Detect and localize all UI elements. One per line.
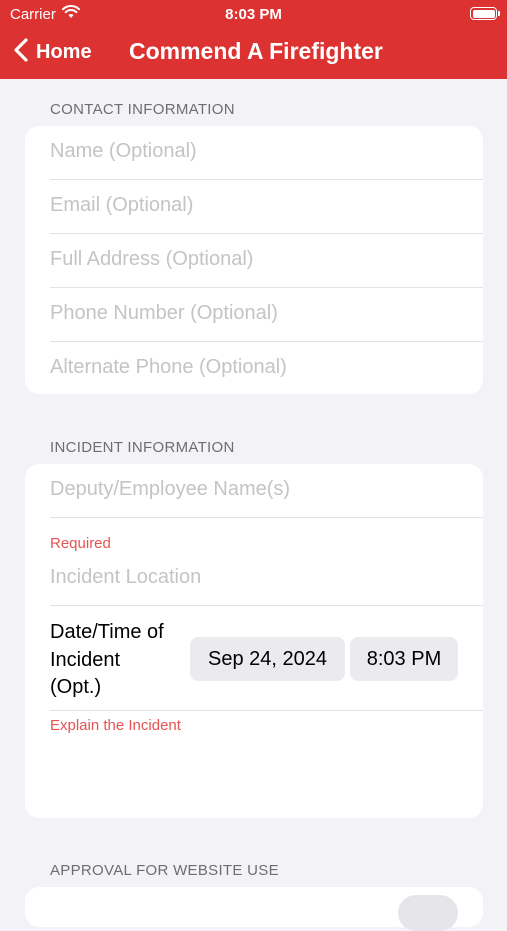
name-field[interactable]: Name (Optional) [50, 126, 483, 180]
address-placeholder: Full Address (Optional) [50, 248, 254, 270]
datetime-label-line-1: Date/Time of [50, 621, 164, 643]
incident-location-placeholder: Incident Location [50, 566, 202, 588]
email-field[interactable]: Email (Optional) [50, 180, 483, 234]
back-label: Home [36, 40, 92, 63]
incident-location-field[interactable]: Incident Location [50, 552, 483, 606]
incident-section-header: INCIDENT INFORMATION [50, 439, 235, 456]
date-picker[interactable]: Sep 24, 2024 [190, 637, 345, 681]
email-placeholder: Email (Optional) [50, 194, 194, 216]
required-label: Required [50, 535, 111, 552]
datetime-label: Date/Time of Incident (Opt.) [50, 619, 164, 702]
employee-name-field[interactable]: Deputy/Employee Name(s) [50, 464, 483, 518]
page-title: Commend A Firefighter [129, 38, 383, 64]
alternate-phone-field[interactable]: Alternate Phone (Optional) [50, 342, 483, 396]
status-time: 8:03 PM [225, 6, 282, 23]
datetime-label-line-2: Incident [50, 648, 121, 671]
address-field[interactable]: Full Address (Optional) [50, 234, 483, 288]
back-button[interactable]: Home [14, 37, 92, 67]
phone-field[interactable]: Phone Number (Optional) [50, 288, 483, 342]
divider [50, 710, 483, 711]
explain-incident-label: Explain the Incident [50, 717, 181, 734]
approval-section-header: APPROVAL FOR WEBSITE USE [50, 862, 279, 879]
incident-card: Deputy/Employee Name(s) Required Inciden… [25, 464, 483, 818]
approval-card [25, 887, 483, 931]
status-bar: Carrier 8:03 PM [0, 0, 507, 28]
time-picker[interactable]: 8:03 PM [350, 637, 458, 681]
contact-card: Name (Optional) Email (Optional) Full Ad… [25, 126, 483, 394]
explain-incident-textarea[interactable] [50, 740, 458, 810]
phone-placeholder: Phone Number (Optional) [50, 302, 278, 324]
datetime-label-line-3: (Opt.) [50, 676, 102, 698]
nav-bar: Carrier 8:03 PM Home Commend A Firefight… [0, 0, 507, 79]
name-placeholder: Name (Optional) [50, 140, 197, 162]
employee-name-placeholder: Deputy/Employee Name(s) [50, 478, 291, 500]
battery-icon [470, 7, 500, 20]
alternate-phone-placeholder: Alternate Phone (Optional) [50, 356, 287, 378]
approval-toggle[interactable] [398, 895, 458, 931]
contact-section-header: CONTACT INFORMATION [50, 101, 235, 118]
chevron-left-icon [14, 37, 28, 67]
